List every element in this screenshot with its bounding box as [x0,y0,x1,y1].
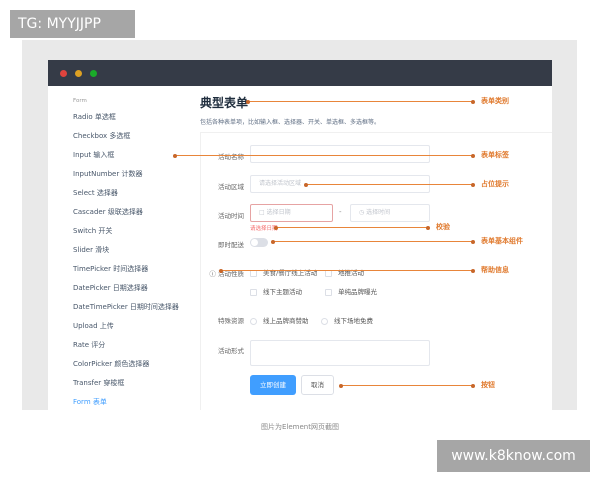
sidebar-item[interactable]: Checkbox 多选框 [73,131,130,141]
annotation-label: 表单标签 [481,151,509,159]
sidebar-group-label: Form [73,98,87,104]
annotation-label: 占位提示 [481,180,509,188]
annotation-dot [219,268,223,273]
annotation-dot [271,239,275,244]
annotation-dot [304,182,308,187]
annotation-line [306,184,473,185]
type-option[interactable]: 单纯品牌曝光 [325,286,377,296]
time-placeholder: 选择时间 [366,209,391,216]
label-activity-form: 活动形式 [218,347,244,355]
resource-option[interactable]: 线下场地免费 [321,315,373,325]
sidebar-item[interactable]: ColorPicker 颜色选择器 [73,359,149,369]
date-placeholder: 选择日期 [266,209,291,216]
label-activity-time: 活动时间 [218,212,244,220]
close-dot-icon[interactable] [60,70,67,77]
minimize-dot-icon[interactable] [75,70,82,77]
time-picker[interactable]: ◷ 选择时间 [350,204,430,222]
annotation-dot [471,383,475,388]
browser-window: Form Radio 单选框 Checkbox 多选框 Input 输入框 Input… [48,60,552,410]
page-title: 典型表单 [200,96,249,110]
sidebar-item[interactable]: InputNumber 计数器 [73,169,142,179]
sidebar-item[interactable]: Transfer 穿梭框 [73,378,124,388]
sidebar-item[interactable]: Switch 开关 [73,226,112,236]
watermark: TG: MYYJJPP [10,10,135,38]
annotation-label: 帮助信息 [481,266,509,274]
site-watermark: www.k8know.com [437,440,590,472]
label-resource: 特殊资源 [218,317,244,325]
annotation-line [273,241,473,242]
activity-name-input[interactable] [250,145,430,163]
title-bar [48,60,552,86]
sidebar-item[interactable]: Slider 滑块 [73,245,109,255]
type-option[interactable]: 线下主题活动 [250,286,302,296]
sidebar-item[interactable]: TimePicker 时间选择器 [73,264,148,274]
type-option[interactable]: 美食/餐厅线上活动 [250,267,317,277]
annotation-label: 表单类别 [481,97,509,105]
create-button[interactable]: 立即创建 [250,375,296,395]
annotation-dot [426,225,430,230]
date-picker[interactable]: □ 选择日期 [250,204,333,222]
sidebar-item[interactable]: DatePicker 日期选择器 [73,283,148,293]
annotation-dot [471,99,475,104]
label-delivery: 即时配送 [218,241,244,249]
resource-option[interactable]: 线上品牌商赞助 [250,315,309,325]
annotation-dot [173,153,177,158]
annotation-label: 校验 [436,223,450,231]
sidebar-item[interactable]: Input 输入框 [73,150,114,160]
annotation-label: 表单基本组件 [481,237,523,245]
activity-form-textarea[interactable] [250,340,430,366]
annotation-line [221,270,473,271]
label-activity-name: 活动名称 [218,153,244,161]
delivery-switch[interactable] [250,238,268,247]
annotation-dot [246,99,250,104]
sidebar-item[interactable]: Radio 单选框 [73,112,116,122]
annotation-dot [471,268,475,273]
range-separator: - [339,208,342,216]
sidebar-item[interactable]: DateTimePicker 日期时间选择器 [73,302,179,312]
annotation-dot [339,383,343,388]
annotation-dot [471,182,475,187]
annotation-dot [471,239,475,244]
annotation-line [175,155,473,156]
sidebar-item[interactable]: Select 选择器 [73,188,118,198]
type-option[interactable]: 地推活动 [325,267,364,277]
sidebar-item[interactable]: Form 表单 [73,397,107,407]
annotation-line [341,385,473,386]
sidebar-item[interactable]: Upload 上传 [73,321,114,331]
label-activity-region: 活动区域 [218,183,244,191]
image-caption: 图片为Element网页截图 [261,423,339,431]
annotation-dot [471,153,475,158]
maximize-dot-icon[interactable] [90,70,97,77]
annotation-dot [274,225,278,230]
page-description: 包括各种表单项，比如输入框、选择器、开关、单选框、多选框等。 [200,119,381,126]
sidebar-item[interactable]: Rate 评分 [73,340,105,350]
sidebar-item[interactable]: Cascader 级联选择器 [73,207,143,217]
cancel-button[interactable]: 取消 [301,375,334,395]
annotation-line [248,101,473,102]
annotation-label: 按钮 [481,381,495,389]
annotation-line [276,227,428,228]
